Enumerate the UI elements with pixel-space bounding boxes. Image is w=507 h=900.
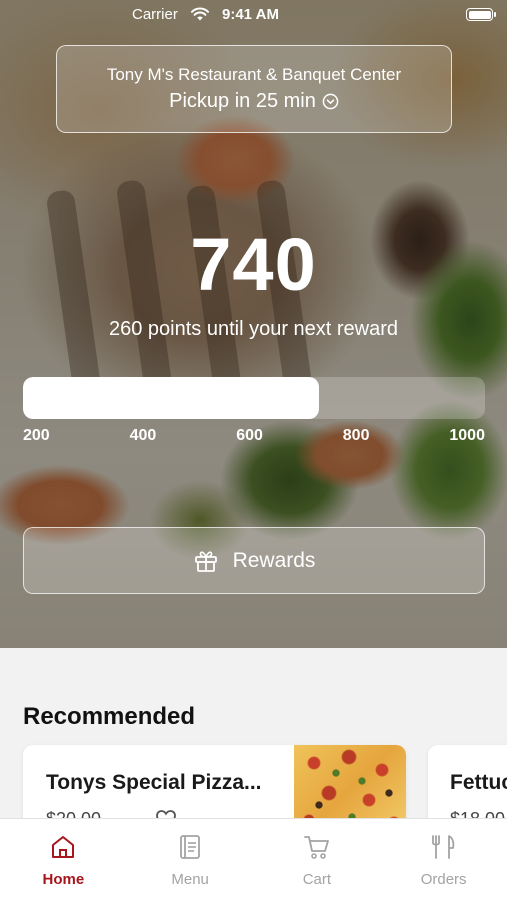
progress-scale-label: 200 [23,427,50,444]
recommended-heading: Recommended [23,703,196,730]
points-caption: 260 points until your next reward [108,318,399,340]
rewards-button[interactable]: Rewards [23,527,485,594]
rewards-button-label: Rewards [232,548,316,572]
gift-icon [194,550,217,572]
progress-scale-labels: 200 400 600 800 1000 [23,427,485,447]
restaurant-name: Tony M's Restaurant & Banquet Center [106,65,402,84]
orders-icon [431,835,454,859]
home-icon [52,836,75,858]
tab-home[interactable]: Home [0,819,127,900]
rewards-progress-bar [23,377,485,419]
status-bar: Carrier 9:41 AM [0,0,507,30]
item-name: Fettuc [450,771,507,794]
progress-scale-label: 400 [129,427,157,444]
wifi-icon [191,7,209,21]
battery-icon [466,8,496,21]
cart-icon [303,836,329,859]
pickup-label: Pickup in 25 min [169,90,316,112]
rewards-progress-fill [23,377,319,419]
pickup-time-row: Pickup in 25 min [57,90,451,113]
progress-scale-label: 1000 [449,427,485,444]
tab-label: Cart [302,871,332,888]
item-name: Tonys Special Pizza... [46,771,262,794]
restaurant-selector[interactable]: Tony M's Restaurant & Banquet Center Pic… [56,45,452,133]
tab-menu[interactable]: Menu [127,819,254,900]
tab-cart[interactable]: Cart [254,819,381,900]
points-value: 740 [190,223,317,306]
menu-icon [180,835,201,859]
clock-time: 9:41 AM [222,6,279,23]
tab-bar: Home Menu Cart Orders [0,818,507,900]
tab-label: Menu [171,871,209,888]
carrier-label: Carrier [132,6,178,23]
tab-label: Orders [420,871,467,888]
tab-orders[interactable]: Orders [380,819,507,900]
progress-scale-label: 800 [342,427,370,444]
progress-scale-label: 600 [236,427,263,444]
chevron-down-circle-icon [322,93,339,110]
tab-label: Home [42,871,85,888]
